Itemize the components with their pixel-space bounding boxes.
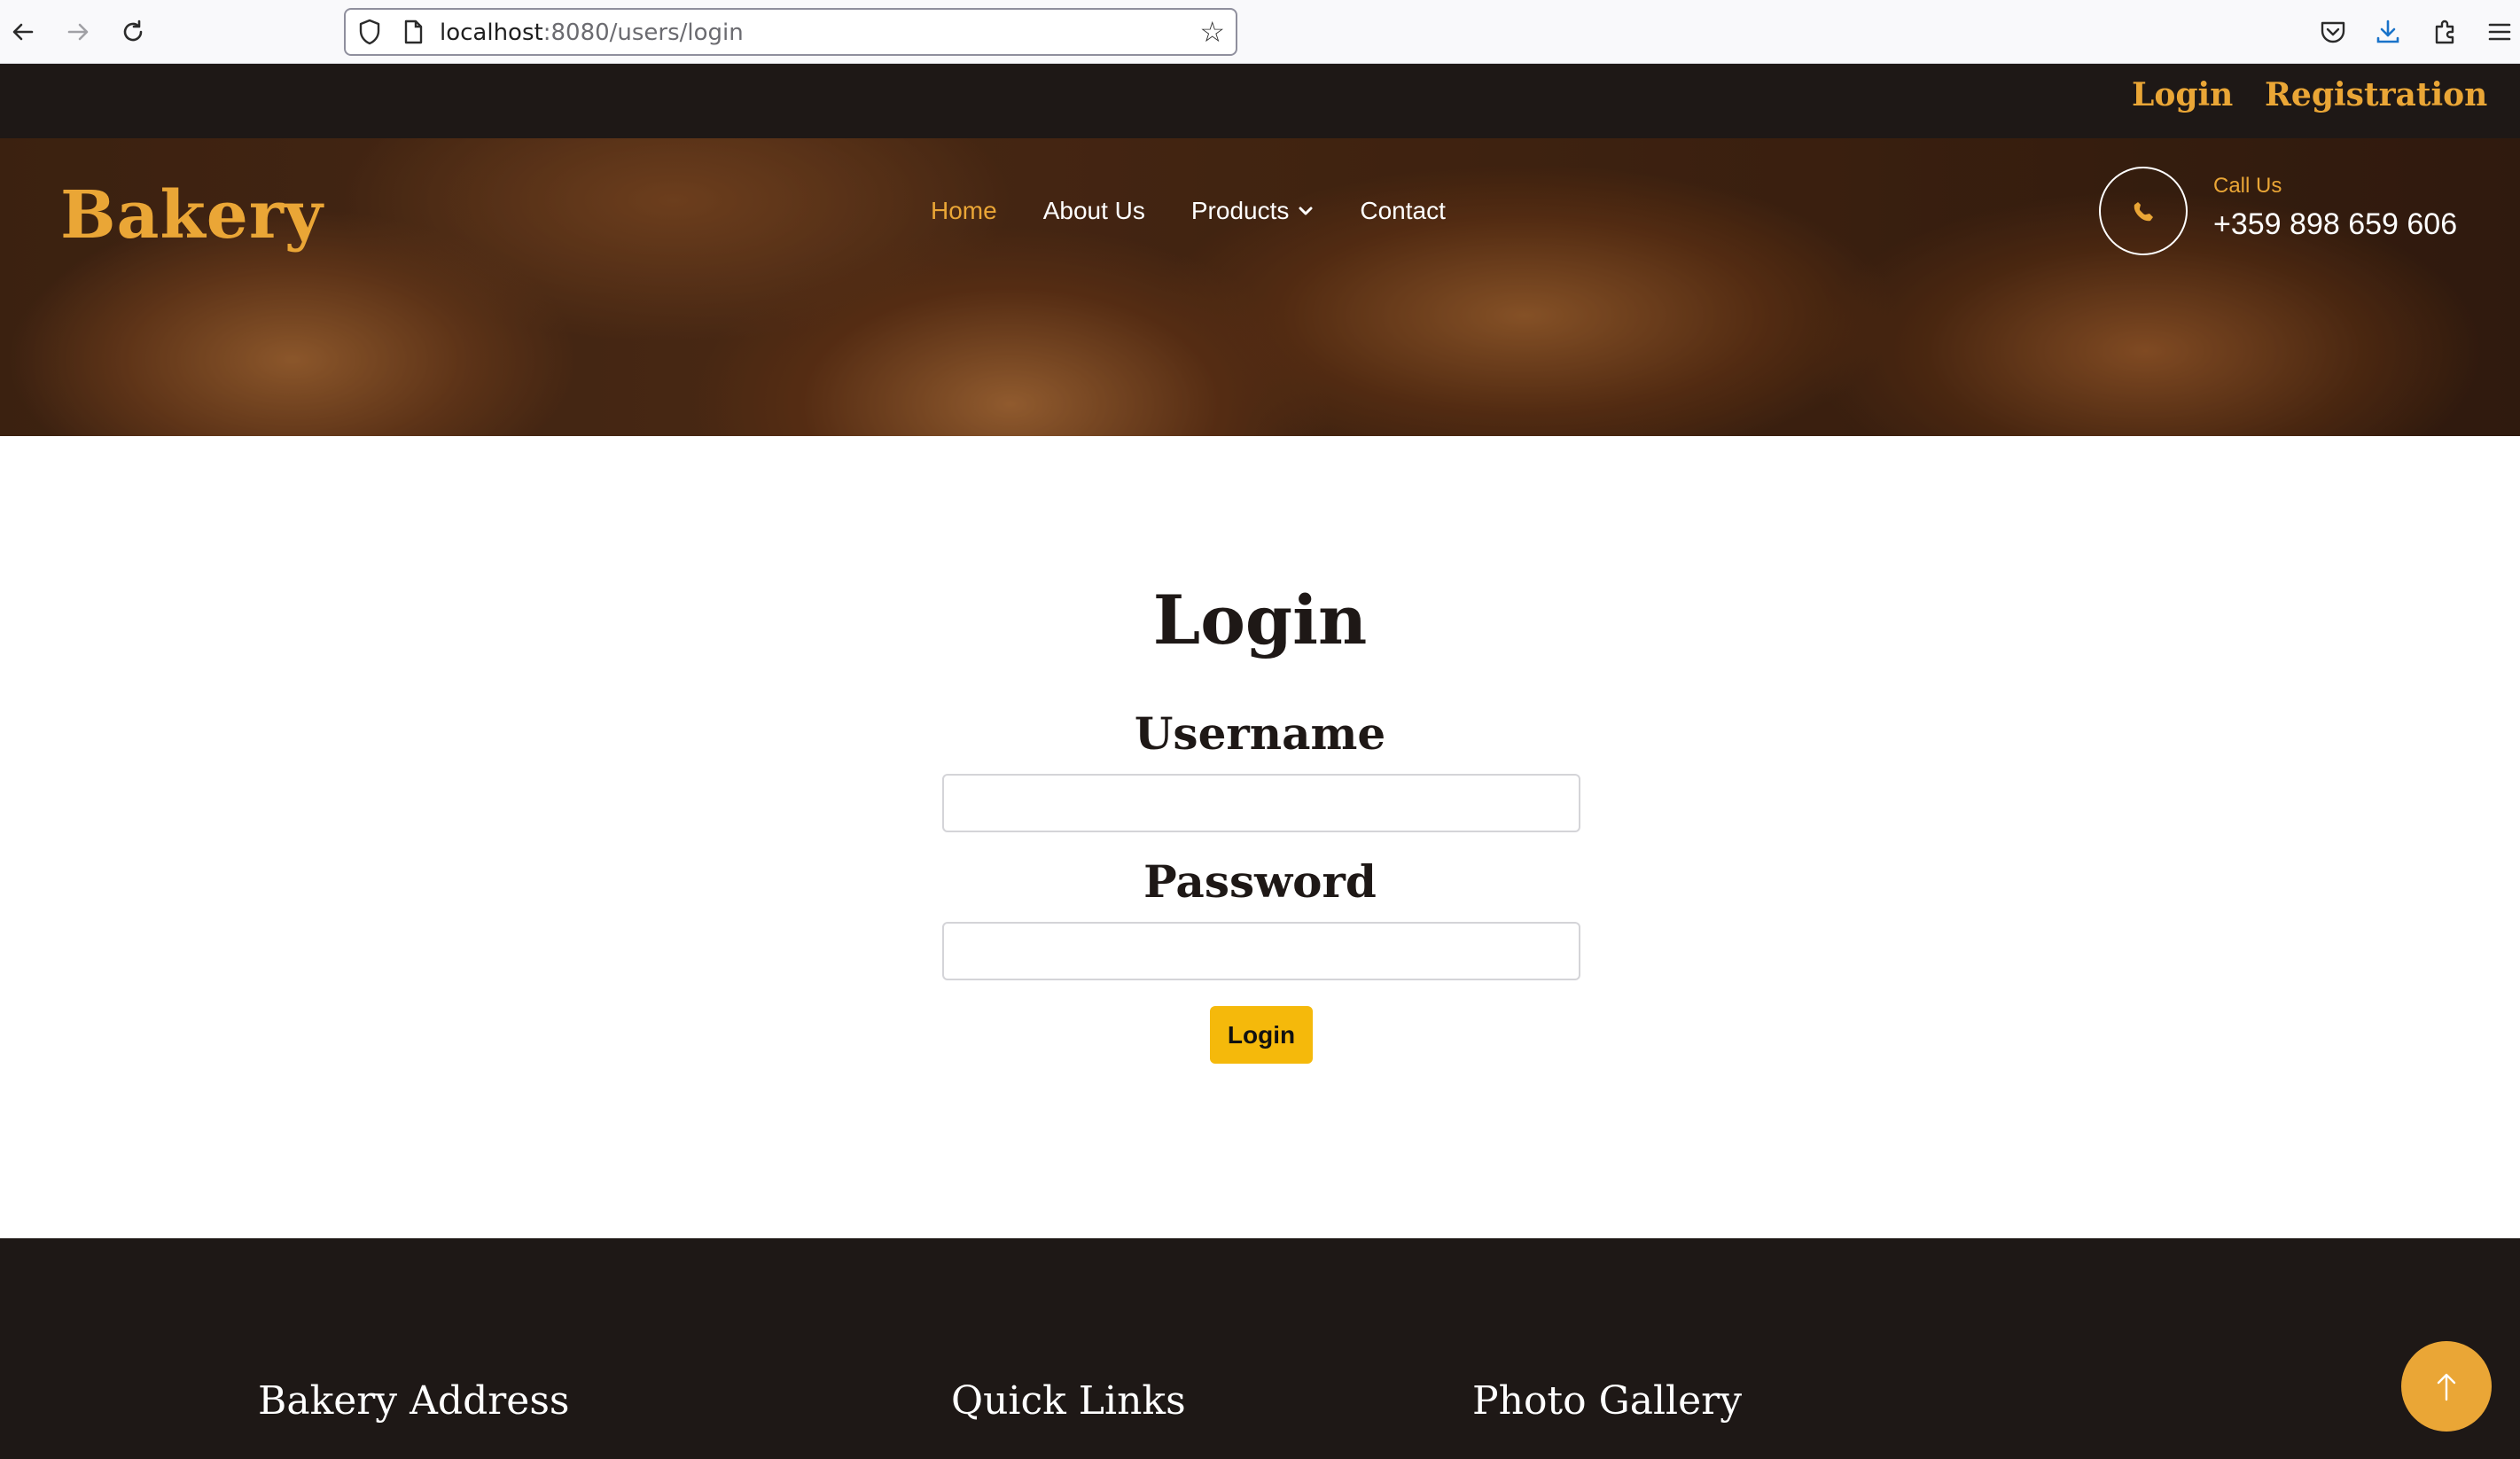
username-label: Username: [1134, 707, 1386, 760]
url-host: localhost: [440, 20, 543, 46]
browser-toolbar: localhost:8080/users/login ☆: [0, 0, 2520, 64]
nav-products-label: Products: [1190, 197, 1290, 224]
main-nav: Home About Us Products Contact: [931, 197, 1446, 225]
puzzle-icon[interactable]: [2427, 14, 2462, 50]
phone-number[interactable]: +359 898 659 606: [2213, 207, 2457, 242]
phone-button[interactable]: [2099, 167, 2188, 255]
nav-about-label: About Us: [1042, 197, 1145, 224]
login-button[interactable]: Login: [1210, 1006, 1313, 1064]
url-path: :8080/users/login: [542, 20, 744, 46]
footer-quick-links-heading: Quick Links: [951, 1378, 1186, 1424]
arrow-right-icon: [67, 23, 89, 41]
star-icon[interactable]: ☆: [1199, 15, 1225, 49]
site-logo[interactable]: Bakery: [60, 177, 324, 254]
nav-contact-label: Contact: [1360, 197, 1446, 224]
call-us-label: Call Us: [2213, 174, 2282, 198]
reload-button[interactable]: [113, 12, 152, 51]
address-bar[interactable]: localhost:8080/users/login ☆: [344, 8, 1237, 56]
chevron-down-icon: [1299, 207, 1313, 215]
url-text: localhost:8080/users/login: [440, 20, 744, 46]
reload-icon: [123, 20, 143, 42]
download-icon[interactable]: [2370, 14, 2406, 50]
page-title: Login: [1152, 581, 1368, 659]
top-bar: Login Registration: [0, 64, 2520, 138]
footer: Bakery Address Quick Links Photo Gallery: [0, 1238, 2520, 1459]
nav-about-us[interactable]: About Us: [1043, 197, 1145, 225]
password-input[interactable]: [942, 922, 1580, 980]
back-button[interactable]: [4, 12, 43, 51]
username-input[interactable]: [942, 774, 1580, 832]
nav-home-label: Home: [931, 197, 997, 224]
topbar-login-link[interactable]: Login: [2132, 76, 2233, 113]
arrow-up-icon: [2437, 1373, 2456, 1401]
tracking-shield-icon[interactable]: [355, 17, 385, 47]
nav-contact[interactable]: Contact: [1360, 197, 1446, 225]
pocket-icon[interactable]: [2315, 14, 2351, 50]
topbar-registration-link[interactable]: Registration: [2265, 76, 2487, 113]
password-label: Password: [1143, 855, 1377, 908]
footer-photo-gallery-heading: Photo Gallery: [1472, 1378, 1743, 1424]
nav-home[interactable]: Home: [931, 197, 997, 225]
phone-icon: [2134, 202, 2153, 222]
hero-header: Bakery Home About Us Products Contact Ca…: [0, 138, 2520, 436]
forward-button[interactable]: [59, 12, 98, 51]
nav-products[interactable]: Products: [1191, 197, 1315, 225]
arrow-left-icon: [12, 23, 34, 41]
hamburger-menu-icon[interactable]: [2482, 14, 2517, 50]
page-icon: [399, 18, 427, 46]
footer-address-heading: Bakery Address: [258, 1378, 570, 1424]
back-to-top-button[interactable]: [2401, 1341, 2492, 1432]
